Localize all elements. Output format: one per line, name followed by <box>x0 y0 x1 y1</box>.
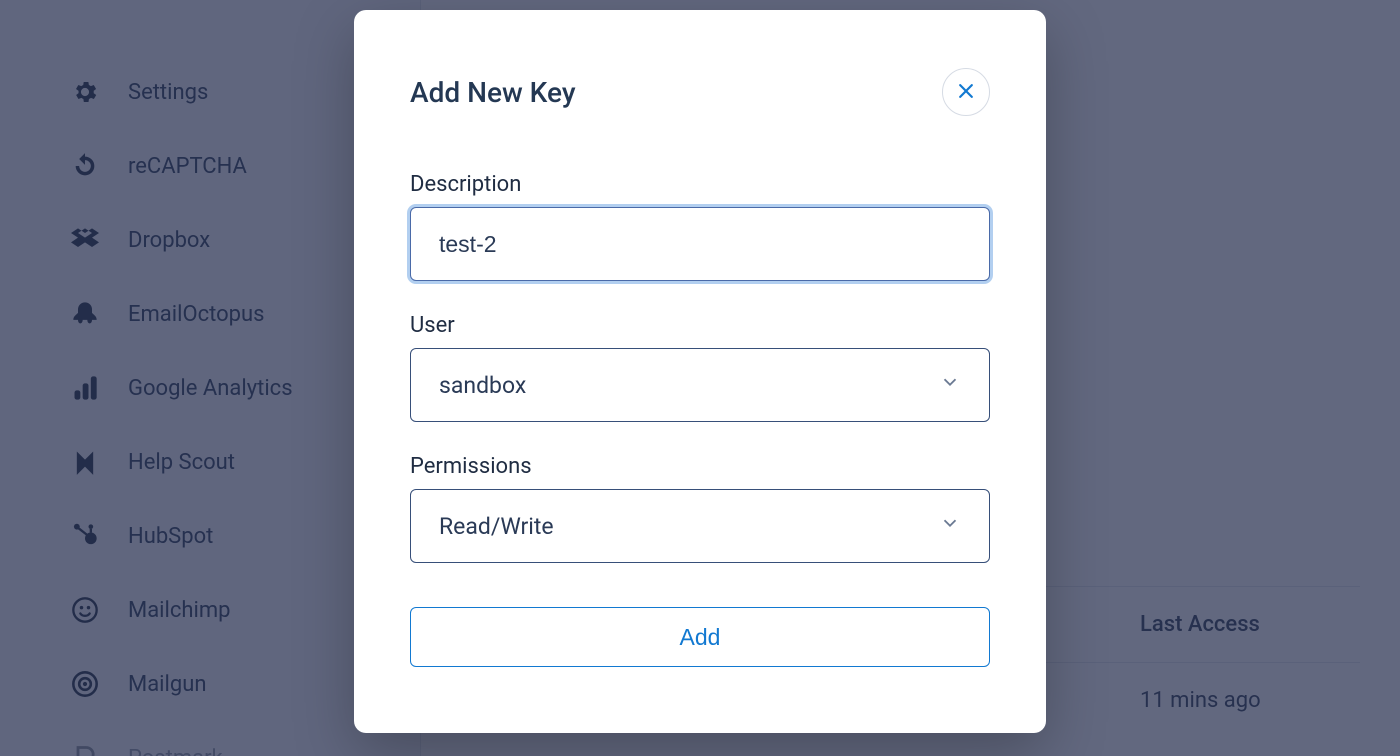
description-label: Description <box>410 172 990 197</box>
description-input[interactable] <box>410 207 990 281</box>
permissions-select-value: Read/Write <box>439 513 554 540</box>
modal-title: Add New Key <box>410 76 576 109</box>
modal-overlay[interactable]: Add New Key Description User sandbox <box>0 0 1400 756</box>
close-button[interactable] <box>942 68 990 116</box>
user-select-value: sandbox <box>439 372 526 399</box>
user-label: User <box>410 313 990 338</box>
chevron-down-icon <box>939 512 961 540</box>
permissions-select[interactable]: Read/Write <box>410 489 990 563</box>
permissions-label: Permissions <box>410 454 990 479</box>
add-button[interactable]: Add <box>410 607 990 667</box>
close-icon <box>956 81 976 104</box>
user-select[interactable]: sandbox <box>410 348 990 422</box>
add-key-modal: Add New Key Description User sandbox <box>354 10 1046 733</box>
chevron-down-icon <box>939 371 961 399</box>
